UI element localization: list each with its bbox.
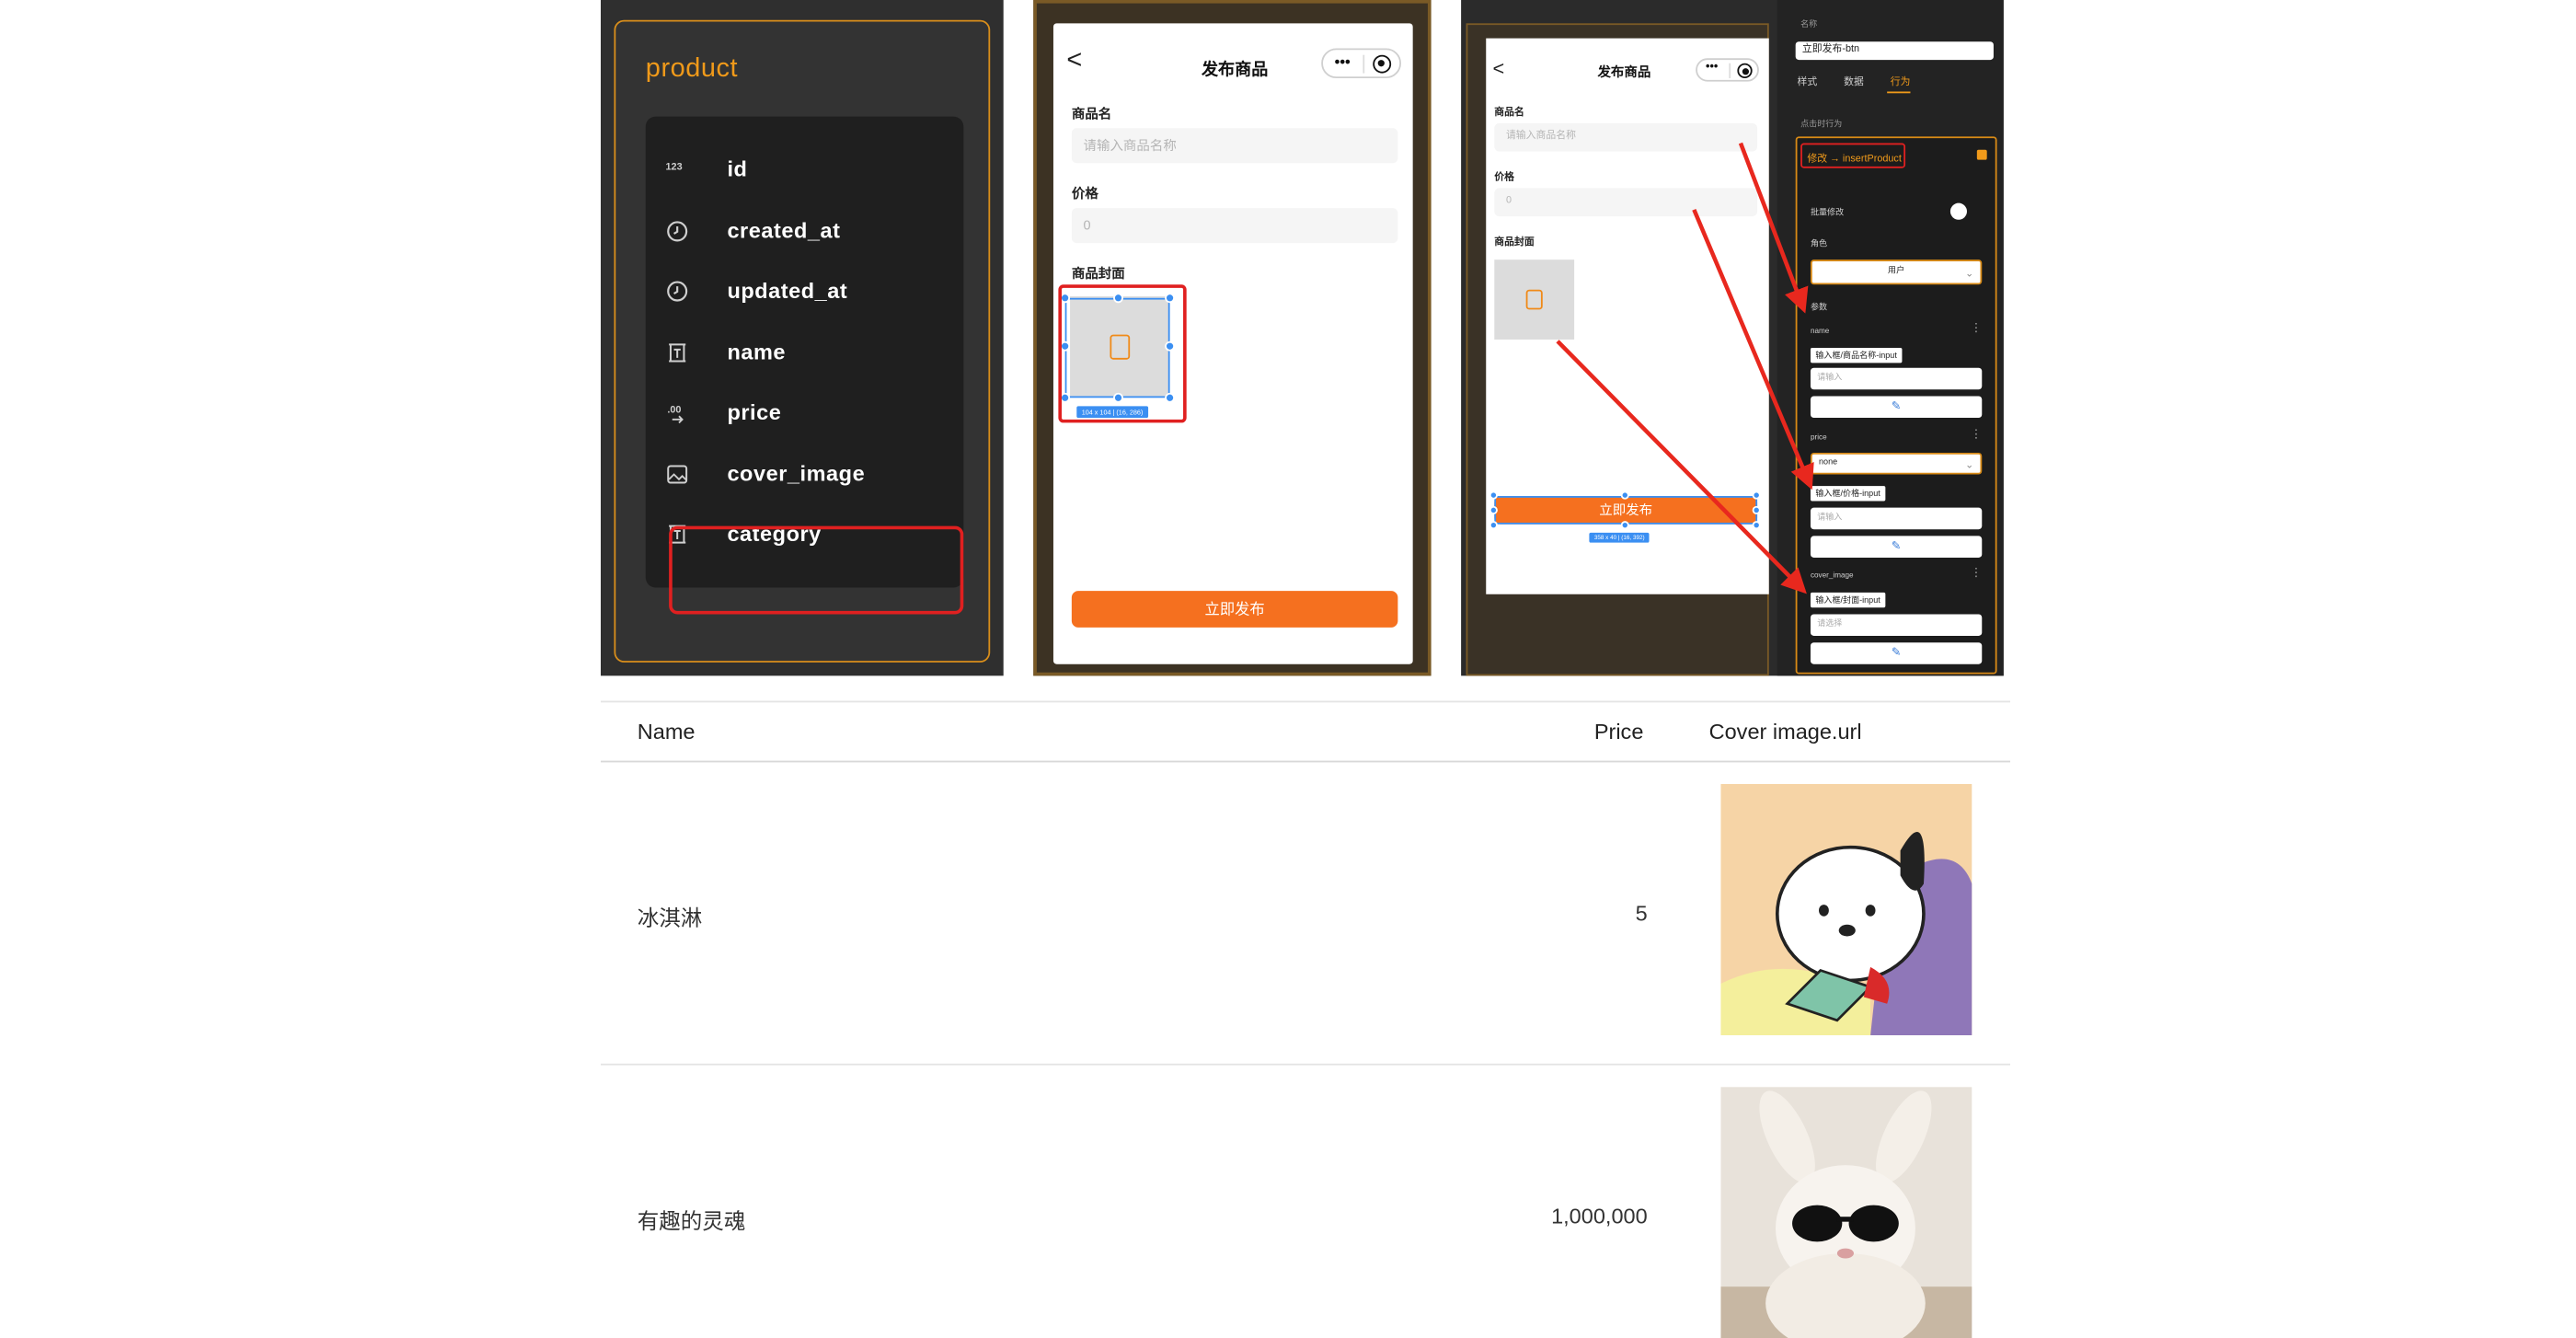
field-updated-at[interactable]: updated_at (646, 271, 963, 311)
field-name: id (727, 156, 748, 182)
field-name: updated_at (727, 278, 848, 304)
field-name: cover_image (727, 461, 866, 487)
name-label: 商品名 (1071, 106, 1112, 122)
header-divider (600, 760, 2011, 763)
row-divider (600, 1063, 2011, 1066)
header-cover-url[interactable]: Cover image.url (1709, 719, 1862, 744)
clock-icon (667, 221, 688, 242)
header-price[interactable]: Price (1594, 719, 1644, 744)
field-name[interactable]: name (646, 333, 963, 373)
dog-cartoon-image[interactable] (1720, 783, 1972, 1036)
field-name: created_at (727, 217, 841, 244)
annotation-arrows (1556, 142, 1814, 594)
cell-price: 5 (1635, 900, 1648, 926)
number-icon: 123 (665, 163, 683, 174)
miniapp-capsule[interactable]: ••• (1321, 48, 1402, 79)
clock-icon (667, 281, 688, 302)
publish-button[interactable]: 立即发布 (1071, 591, 1398, 628)
field-name: price (727, 399, 782, 425)
highlight-box (669, 525, 964, 615)
field-price[interactable]: .00 price (646, 393, 963, 433)
cell-name: 有趣的灵魂 (637, 1208, 746, 1234)
field-created-at[interactable]: created_at (646, 212, 963, 251)
table-top-border (600, 700, 2011, 703)
name-input[interactable]: 请输入商品名称 (1071, 128, 1398, 164)
header-name[interactable]: Name (638, 719, 696, 744)
page-title: 发布商品 (1201, 61, 1269, 80)
cover-label: 商品封面 (1071, 266, 1125, 282)
schema-card: product 123 id created_at updated_at nam… (614, 19, 991, 663)
bunny-plush-image[interactable] (1720, 1087, 1972, 1338)
price-input[interactable]: 0 (1071, 208, 1398, 244)
record-icon[interactable] (1373, 54, 1392, 74)
cell-price: 1,000,000 (1551, 1203, 1648, 1228)
field-list: 123 id created_at updated_at name .00 pr… (645, 116, 964, 615)
text-icon (669, 343, 686, 363)
phone-preview-panel: < 发布商品 ••• 商品名 请输入商品名称 价格 0 商品封面 104 x 1… (1033, 0, 1432, 676)
field-id[interactable]: 123 id (646, 150, 963, 190)
price-label: 价格 (1071, 186, 1098, 202)
table-title: product (645, 54, 739, 84)
cell-name: 冰淇淋 (637, 905, 703, 931)
svg-text:.00: .00 (667, 405, 681, 416)
more-icon[interactable]: ••• (1335, 53, 1351, 70)
image-icon (667, 465, 688, 484)
editor-panel: < 发布商品 ••• 商品名 请输入商品名称 价格 0 商品封面 立即发布 35… (1461, 0, 2004, 676)
schema-panel: product 123 id created_at updated_at nam… (600, 0, 1004, 676)
field-cover-image[interactable]: cover_image (646, 455, 963, 494)
back-icon[interactable]: < (1066, 47, 1082, 77)
highlight-box (1058, 284, 1187, 423)
decimal-icon: .00 (667, 405, 684, 424)
field-name: name (727, 339, 787, 365)
